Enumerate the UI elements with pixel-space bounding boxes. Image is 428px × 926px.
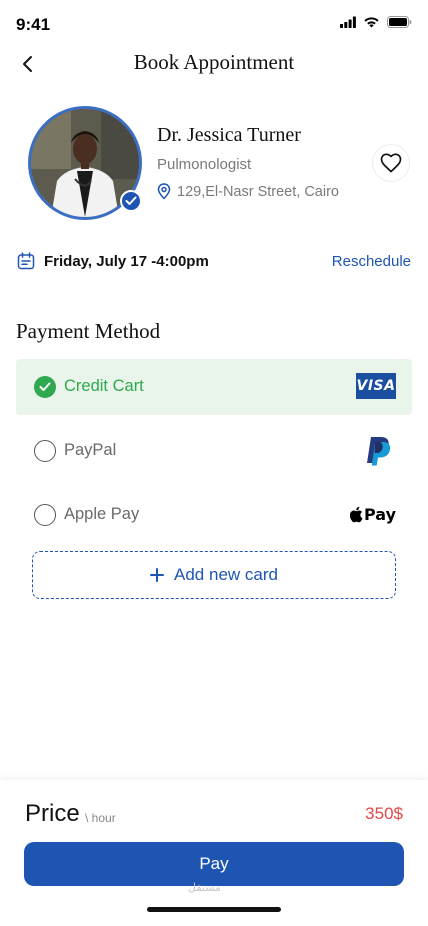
visa-logo-icon: VISA bbox=[356, 373, 396, 399]
apple-pay-logo-text: Pay bbox=[363, 505, 396, 524]
footer: Price \ hour 350$ Pay مستقل bbox=[0, 780, 428, 926]
status-time: 9:41 bbox=[16, 15, 51, 34]
favorite-button[interactable] bbox=[372, 144, 410, 182]
page-title: Book Appointment bbox=[133, 50, 295, 74]
header: Book Appointment bbox=[0, 44, 428, 84]
heart-icon bbox=[380, 153, 402, 173]
watermark-logo: مستقل bbox=[188, 882, 221, 894]
appointment-date-text: Friday, July 17 -4:00pm bbox=[44, 252, 209, 270]
radio-unchecked-icon[interactable] bbox=[34, 440, 56, 462]
location-pin-icon bbox=[157, 183, 171, 200]
reschedule-link[interactable]: Reschedule bbox=[332, 253, 411, 270]
appointment-row: Friday, July 17 -4:00pm Reschedule bbox=[0, 248, 428, 276]
payment-option-paypal[interactable]: PayPal bbox=[16, 423, 412, 479]
status-icons bbox=[340, 16, 412, 28]
apple-icon bbox=[349, 506, 363, 523]
plus-icon bbox=[150, 568, 165, 582]
signal-icon bbox=[340, 16, 356, 28]
payment-option-label: Apple Pay bbox=[64, 505, 140, 523]
payment-option-label: PayPal bbox=[64, 441, 117, 459]
price-unit: \ hour bbox=[85, 811, 116, 825]
battery-icon bbox=[387, 16, 412, 28]
doctor-address: 129,El-Nasr Street, Cairo bbox=[157, 183, 339, 200]
visa-logo-text: VISA bbox=[356, 378, 396, 394]
doctor-specialty: Pulmonologist bbox=[157, 156, 252, 173]
radio-checked-icon[interactable] bbox=[34, 376, 56, 398]
home-indicator[interactable] bbox=[147, 907, 281, 912]
payment-option-label: Credit Cart bbox=[64, 377, 144, 395]
paypal-logo-icon bbox=[364, 435, 392, 472]
wifi-icon bbox=[364, 17, 379, 28]
doctor-name: Dr. Jessica Turner bbox=[157, 124, 301, 146]
pay-button[interactable]: Pay bbox=[24, 842, 404, 886]
status-bar: 9:41 bbox=[0, 0, 428, 48]
price-label: Price bbox=[25, 800, 80, 827]
add-new-card-label: Add new card bbox=[174, 565, 278, 584]
add-new-card-button[interactable]: Add new card bbox=[32, 551, 396, 599]
apple-pay-logo-icon: Pay bbox=[349, 505, 396, 524]
verified-badge-icon bbox=[120, 190, 142, 212]
doctor-card: Dr. Jessica Turner Pulmonologist 129,El-… bbox=[0, 100, 428, 230]
payment-option-apple-pay[interactable]: Apple Pay Pay bbox=[16, 487, 412, 543]
calendar-icon bbox=[17, 252, 35, 270]
doctor-address-text: 129,El-Nasr Street, Cairo bbox=[177, 183, 339, 200]
price-value: 350$ bbox=[365, 804, 403, 823]
payment-option-credit-card[interactable]: Credit Cart VISA bbox=[16, 359, 412, 415]
payment-method-title: Payment Method bbox=[16, 319, 161, 343]
radio-unchecked-icon[interactable] bbox=[34, 504, 56, 526]
appointment-date: Friday, July 17 -4:00pm bbox=[17, 252, 209, 270]
